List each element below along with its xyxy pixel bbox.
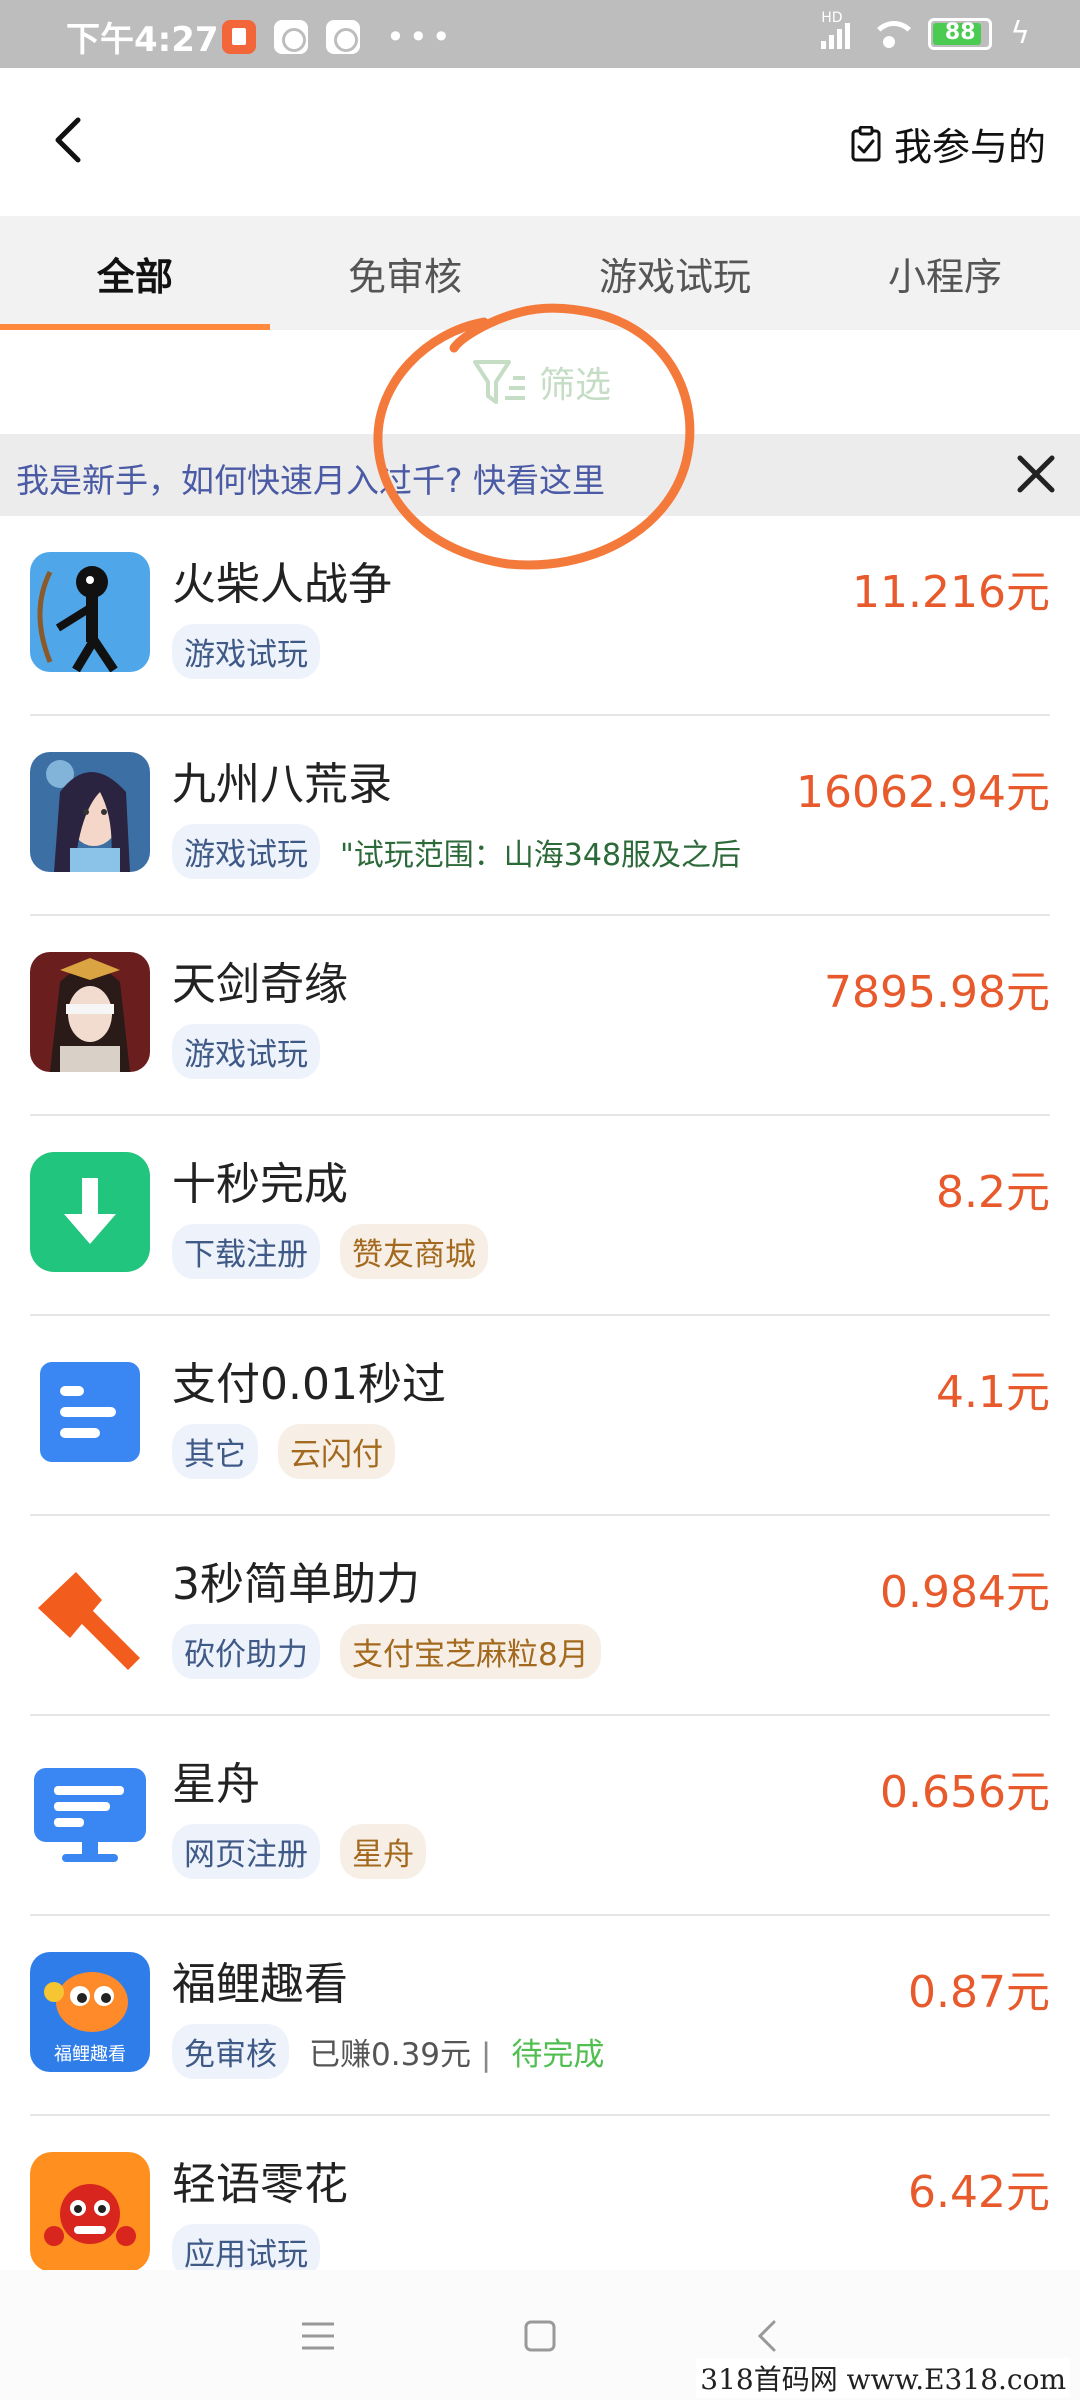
back-arrow-icon — [55, 117, 81, 163]
notification-icons: ••• — [222, 18, 455, 56]
wifi-icon — [868, 19, 919, 49]
filter-button[interactable]: 筛选 — [0, 330, 1080, 434]
task-tag: 云闪付 — [278, 1424, 395, 1479]
my-participation-button[interactable]: 我参与的 — [850, 116, 1046, 171]
download-arrow-icon — [30, 1152, 150, 1272]
lucky-fish-icon-text: 福鲤趣看 — [54, 2044, 126, 2065]
list-item[interactable]: 天剑奇缘 7895.98元 游戏试玩 — [30, 916, 1050, 1116]
tab-mini-program[interactable]: 小程序 — [810, 216, 1080, 330]
task-tags: 游戏试玩 — [172, 624, 320, 679]
watermark: 318首码网 www.E318.com — [696, 2358, 1070, 2398]
task-tag: 赞友商城 — [340, 1224, 488, 1279]
task-tags: 网页注册 星舟 — [172, 1824, 426, 1879]
task-status: 待完成 — [511, 2037, 605, 2073]
task-tag: 游戏试玩 — [172, 1024, 320, 1079]
network-badge: HD — [821, 10, 843, 26]
task-tag: 星舟 — [340, 1824, 426, 1879]
list-item[interactable]: 福鲤趣看 福鲤趣看 0.87元 免审核 已赚0.39元 | 待完成 — [30, 1916, 1050, 2116]
filter-label: 筛选 — [538, 365, 611, 406]
task-tags: 砍价助力 支付宝芝麻粒8月 — [172, 1624, 601, 1679]
task-title: 支付0.01秒过 — [172, 1359, 446, 1410]
task-reward: 4.1元 — [936, 1367, 1050, 1418]
header: 我参与的 — [0, 68, 1080, 216]
tip-text: 我是新手，如何快速月入过千? 快看这里 — [16, 461, 606, 500]
charging-icon: ϟ — [1010, 16, 1030, 51]
lucky-fish-icon: 福鲤趣看 — [30, 1952, 150, 2072]
list-item[interactable]: 星舟 0.656元 网页注册 星舟 — [30, 1716, 1050, 1916]
home-icon[interactable] — [518, 2314, 562, 2358]
task-tag: 游戏试玩 — [172, 824, 320, 879]
earned-text: 已赚0.39元 — [309, 2037, 472, 2073]
task-tag: 网页注册 — [172, 1824, 320, 1879]
system-nav-bar: 318首码网 www.E318.com — [0, 2270, 1080, 2400]
lion-dance-icon — [30, 2152, 150, 2272]
earned-separator: | — [480, 2037, 492, 2073]
task-title: 轻语零花 — [172, 2159, 348, 2210]
list-item[interactable]: 九州八荒录 16062.94元 游戏试玩 "试玩范围：山海348服及之后 — [30, 716, 1050, 916]
blindfold-hero-icon — [30, 952, 150, 1072]
task-reward: 0.87元 — [908, 1967, 1050, 2018]
task-tags: 下载注册 赞友商城 — [172, 1224, 488, 1279]
back-nav-icon[interactable] — [746, 2314, 790, 2358]
stickman-bow-icon — [30, 552, 150, 672]
more-notifications-icon: ••• — [386, 18, 455, 56]
task-title: 九州八荒录 — [172, 759, 392, 810]
status-bar: 下午4:27 ••• HD 88 ϟ — [0, 0, 1080, 68]
task-list: 火柴人战争 11.216元 游戏试玩 九州八荒录 16062.94元 游戏试玩 … — [0, 516, 1080, 2316]
task-reward: 16062.94元 — [796, 767, 1050, 818]
task-note: "试玩范围：山海348服及之后 — [340, 837, 742, 873]
task-tags: 其它 云闪付 — [172, 1424, 395, 1479]
back-button[interactable] — [44, 112, 100, 168]
task-reward: 8.2元 — [936, 1167, 1050, 1218]
task-title: 3秒简单助力 — [172, 1559, 420, 1610]
task-tags: 免审核 已赚0.39元 | 待完成 — [172, 2024, 604, 2079]
monitor-icon — [30, 1752, 150, 1872]
task-reward: 7895.98元 — [824, 967, 1050, 1018]
menu-icon[interactable] — [296, 2314, 340, 2358]
notification-app-icon — [222, 20, 256, 54]
task-title: 天剑奇缘 — [172, 959, 348, 1010]
clipboard-check-icon — [851, 125, 881, 161]
task-title: 火柴人战争 — [172, 559, 392, 610]
task-reward: 6.42元 — [908, 2167, 1050, 2218]
category-tabs: 全部 免审核 游戏试玩 小程序 — [0, 216, 1080, 330]
battery-level: 88 — [944, 19, 976, 45]
document-lines-icon — [30, 1352, 150, 1472]
list-item[interactable]: 3秒简单助力 0.984元 砍价助力 支付宝芝麻粒8月 — [30, 1516, 1050, 1716]
earned-amount: 已赚0.39元 | — [309, 2029, 491, 2074]
list-item[interactable]: 火柴人战争 11.216元 游戏试玩 — [30, 516, 1050, 716]
axe-icon — [30, 1552, 150, 1672]
tab-all[interactable]: 全部 — [0, 216, 270, 330]
task-reward: 0.656元 — [880, 1767, 1050, 1818]
filter-icon — [472, 360, 525, 404]
task-reward: 0.984元 — [880, 1567, 1050, 1618]
task-tags: 游戏试玩 — [172, 1024, 320, 1079]
list-item[interactable]: 十秒完成 8.2元 下载注册 赞友商城 — [30, 1116, 1050, 1316]
task-tag: 免审核 — [172, 2024, 289, 2079]
fantasy-girl-icon — [30, 752, 150, 872]
status-right: HD 88 ϟ — [821, 10, 1030, 51]
notification-app-icon — [326, 20, 360, 54]
task-title: 星舟 — [172, 1759, 260, 1810]
list-item[interactable]: 支付0.01秒过 4.1元 其它 云闪付 — [30, 1316, 1050, 1516]
task-title: 十秒完成 — [172, 1159, 348, 1210]
task-tag: 下载注册 — [172, 1224, 320, 1279]
my-participation-label: 我参与的 — [893, 125, 1046, 169]
tip-banner[interactable]: 我是新手，如何快速月入过千? 快看这里 — [0, 434, 1080, 516]
task-title: 福鲤趣看 — [172, 1959, 348, 2010]
task-tags: 游戏试玩 "试玩范围：山海348服及之后 — [172, 824, 741, 879]
battery-icon: 88 — [928, 17, 993, 50]
task-tag: 游戏试玩 — [172, 624, 320, 679]
task-reward: 11.216元 — [852, 567, 1050, 618]
status-time: 下午4:27 — [66, 20, 219, 60]
close-icon[interactable] — [1010, 448, 1062, 500]
notification-app-icon — [274, 20, 308, 54]
tab-game-trial[interactable]: 游戏试玩 — [540, 216, 810, 330]
task-tag: 支付宝芝麻粒8月 — [340, 1624, 601, 1679]
task-tag: 砍价助力 — [172, 1624, 320, 1679]
tab-no-review[interactable]: 免审核 — [270, 216, 540, 330]
task-tag: 其它 — [172, 1424, 258, 1479]
